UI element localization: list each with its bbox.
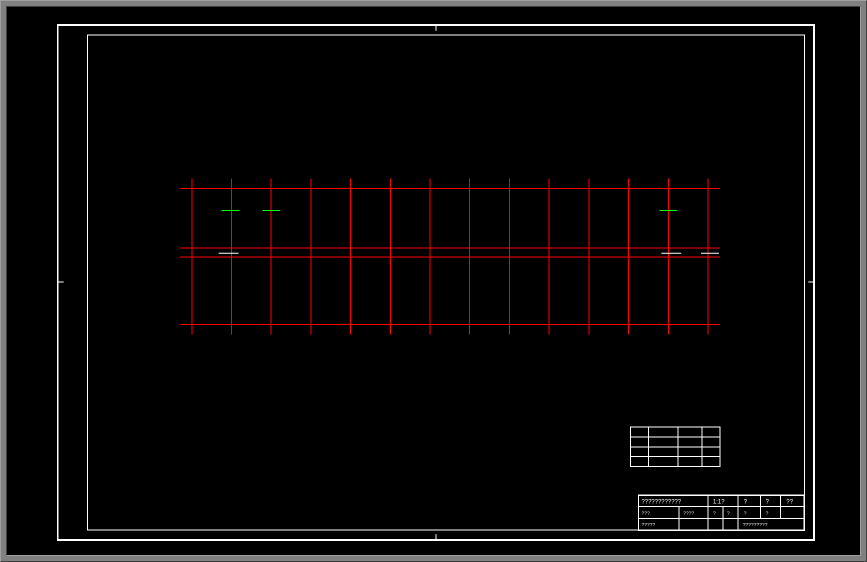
row3a: ????? [641, 522, 655, 528]
drawing-canvas[interactable]: ???????????? 1:1? ? ? ?? ??? ???? ? ? ? … [6, 6, 861, 556]
frame-inner [88, 35, 805, 530]
sheet-value: ? [727, 510, 730, 516]
stage-value: ? [713, 510, 716, 516]
title-text: ???????????? [641, 499, 681, 505]
right-col1: ? [744, 499, 748, 505]
revision-table [631, 427, 720, 467]
title-block: ???????????? 1:1? ? ? ?? ??? ???? ? ? ? … [639, 495, 805, 530]
drawing-svg: ???????????? 1:1? ? ? ?? ??? ???? ? ? ? … [7, 7, 860, 555]
stage-label: ???? [683, 510, 694, 516]
scale-value: 1:1? [713, 499, 725, 505]
structural-grid [180, 179, 720, 335]
frame-outer [58, 25, 814, 540]
center-marks [58, 25, 814, 540]
row2a: ??? [641, 510, 650, 516]
right-col2: ? [766, 499, 770, 505]
institution: ????????? [743, 522, 768, 528]
app-viewport: ???????????? 1:1? ? ? ?? ??? ???? ? ? ? … [0, 0, 867, 562]
right2-col1: ? [744, 510, 747, 516]
right-col3: ?? [786, 499, 793, 505]
right2-col2: ? [766, 510, 769, 516]
